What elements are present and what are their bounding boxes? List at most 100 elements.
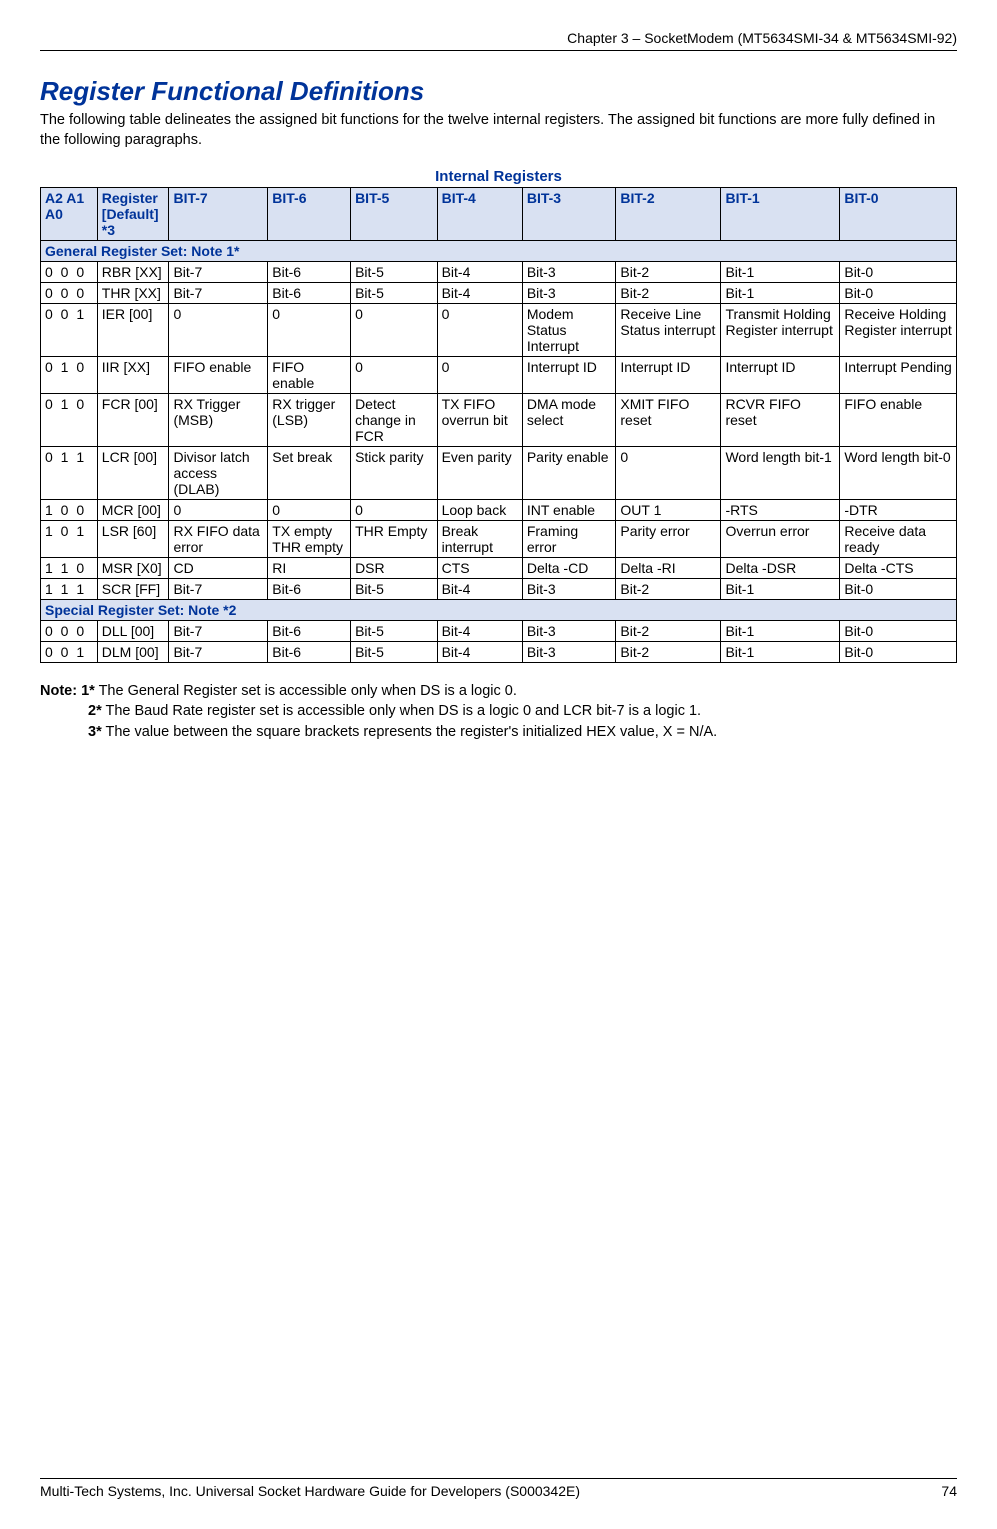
note-3-text: The value between the square brackets re… (102, 724, 717, 740)
table-title: Internal Registers (40, 168, 957, 185)
note-2-marker: 2* (88, 703, 102, 719)
cell: Set break (268, 447, 351, 500)
table-row: 1 1 0MSR [X0]CDRIDSRCTSDelta -CDDelta -R… (41, 558, 957, 579)
cell: RX trigger (LSB) (268, 394, 351, 447)
cell-reg: MSR [X0] (97, 558, 169, 579)
col-bit1: BIT-1 (721, 188, 840, 241)
note-label: Note: (40, 683, 77, 699)
cell: Bit-5 (351, 642, 438, 663)
cell: Word length bit-1 (721, 447, 840, 500)
cell: Bit-1 (721, 579, 840, 600)
cell: Bit-0 (840, 262, 957, 283)
cell: Bit-5 (351, 579, 438, 600)
cell: Bit-1 (721, 621, 840, 642)
cell: Bit-6 (268, 642, 351, 663)
section-row-special: Special Register Set: Note *2 (41, 600, 957, 621)
cell-reg: IIR [XX] (97, 357, 169, 394)
cell: Bit-7 (169, 642, 268, 663)
cell-reg: FCR [00] (97, 394, 169, 447)
cell-reg: SCR [FF] (97, 579, 169, 600)
cell: Bit-7 (169, 283, 268, 304)
col-addr: A2 A1 A0 (41, 188, 98, 241)
cell-addr: 0 0 1 (41, 304, 98, 357)
cell: Word length bit-0 (840, 447, 957, 500)
cell-addr: 0 0 1 (41, 642, 98, 663)
cell: FIFO enable (169, 357, 268, 394)
page-number: 74 (941, 1483, 957, 1499)
cell: Receive Holding Register interrupt (840, 304, 957, 357)
cell: Delta -CD (522, 558, 616, 579)
cell: Bit-7 (169, 262, 268, 283)
table-row: 0 0 0RBR [XX]Bit-7Bit-6Bit-5Bit-4Bit-3Bi… (41, 262, 957, 283)
cell: Bit-2 (616, 642, 721, 663)
cell-addr: 1 0 0 (41, 500, 98, 521)
intro-text: The following table delineates the assig… (40, 111, 957, 150)
cell: Parity enable (522, 447, 616, 500)
col-bit4: BIT-4 (437, 188, 522, 241)
col-bit0: BIT-0 (840, 188, 957, 241)
cell: Bit-5 (351, 262, 438, 283)
cell: Bit-0 (840, 579, 957, 600)
cell: Bit-5 (351, 283, 438, 304)
table-row: 0 1 0FCR [00]RX Trigger (MSB)RX trigger … (41, 394, 957, 447)
cell: Bit-4 (437, 579, 522, 600)
footer-rule (40, 1478, 957, 1479)
cell: Interrupt ID (616, 357, 721, 394)
cell: Loop back (437, 500, 522, 521)
cell: Delta -DSR (721, 558, 840, 579)
cell: Parity error (616, 521, 721, 558)
cell: Bit-5 (351, 621, 438, 642)
header-rule (40, 50, 957, 51)
col-bit7: BIT-7 (169, 188, 268, 241)
table-row: 0 0 0DLL [00]Bit-7Bit-6Bit-5Bit-4Bit-3Bi… (41, 621, 957, 642)
cell: 0 (351, 500, 438, 521)
cell-addr: 1 1 1 (41, 579, 98, 600)
cell: DSR (351, 558, 438, 579)
cell: Bit-3 (522, 642, 616, 663)
cell: 0 (268, 304, 351, 357)
cell: 0 (169, 304, 268, 357)
cell: Bit-6 (268, 579, 351, 600)
section-row-general: General Register Set: Note 1* (41, 241, 957, 262)
cell: FIFO enable (840, 394, 957, 447)
table-row: 0 1 1LCR [00]Divisor latch access (DLAB)… (41, 447, 957, 500)
cell: Bit-4 (437, 642, 522, 663)
cell: Stick parity (351, 447, 438, 500)
cell-reg: LCR [00] (97, 447, 169, 500)
cell: Receive Line Status interrupt (616, 304, 721, 357)
cell: Interrupt Pending (840, 357, 957, 394)
cell: Bit-6 (268, 621, 351, 642)
cell: 0 (169, 500, 268, 521)
cell: Divisor latch access (DLAB) (169, 447, 268, 500)
cell: Bit-1 (721, 283, 840, 304)
cell: Interrupt ID (522, 357, 616, 394)
cell-addr: 0 1 1 (41, 447, 98, 500)
cell: 0 (351, 304, 438, 357)
table-row: 1 1 1SCR [FF]Bit-7Bit-6Bit-5Bit-4Bit-3Bi… (41, 579, 957, 600)
cell: -DTR (840, 500, 957, 521)
cell: Break interrupt (437, 521, 522, 558)
col-bit3: BIT-3 (522, 188, 616, 241)
cell: Bit-2 (616, 283, 721, 304)
cell: RX Trigger (MSB) (169, 394, 268, 447)
section-title: Register Functional Definitions (40, 76, 957, 107)
cell: INT enable (522, 500, 616, 521)
cell: Bit-2 (616, 621, 721, 642)
page-header: Chapter 3 – SocketModem (MT5634SMI-34 & … (40, 30, 957, 46)
page-footer: Multi-Tech Systems, Inc. Universal Socke… (40, 1478, 957, 1499)
cell-addr: 0 0 0 (41, 283, 98, 304)
cell: Bit-0 (840, 642, 957, 663)
cell: Modem Status Interrupt (522, 304, 616, 357)
cell: Bit-4 (437, 621, 522, 642)
cell: Transmit Holding Register interrupt (721, 304, 840, 357)
cell-reg: IER [00] (97, 304, 169, 357)
section-label: General Register Set: Note 1* (41, 241, 957, 262)
notes-block: Note: 1* The General Register set is acc… (40, 681, 957, 742)
cell: Framing error (522, 521, 616, 558)
cell-addr: 1 0 1 (41, 521, 98, 558)
cell: Even parity (437, 447, 522, 500)
cell: DMA mode select (522, 394, 616, 447)
cell: Delta -RI (616, 558, 721, 579)
cell: Bit-0 (840, 621, 957, 642)
cell: Delta -CTS (840, 558, 957, 579)
